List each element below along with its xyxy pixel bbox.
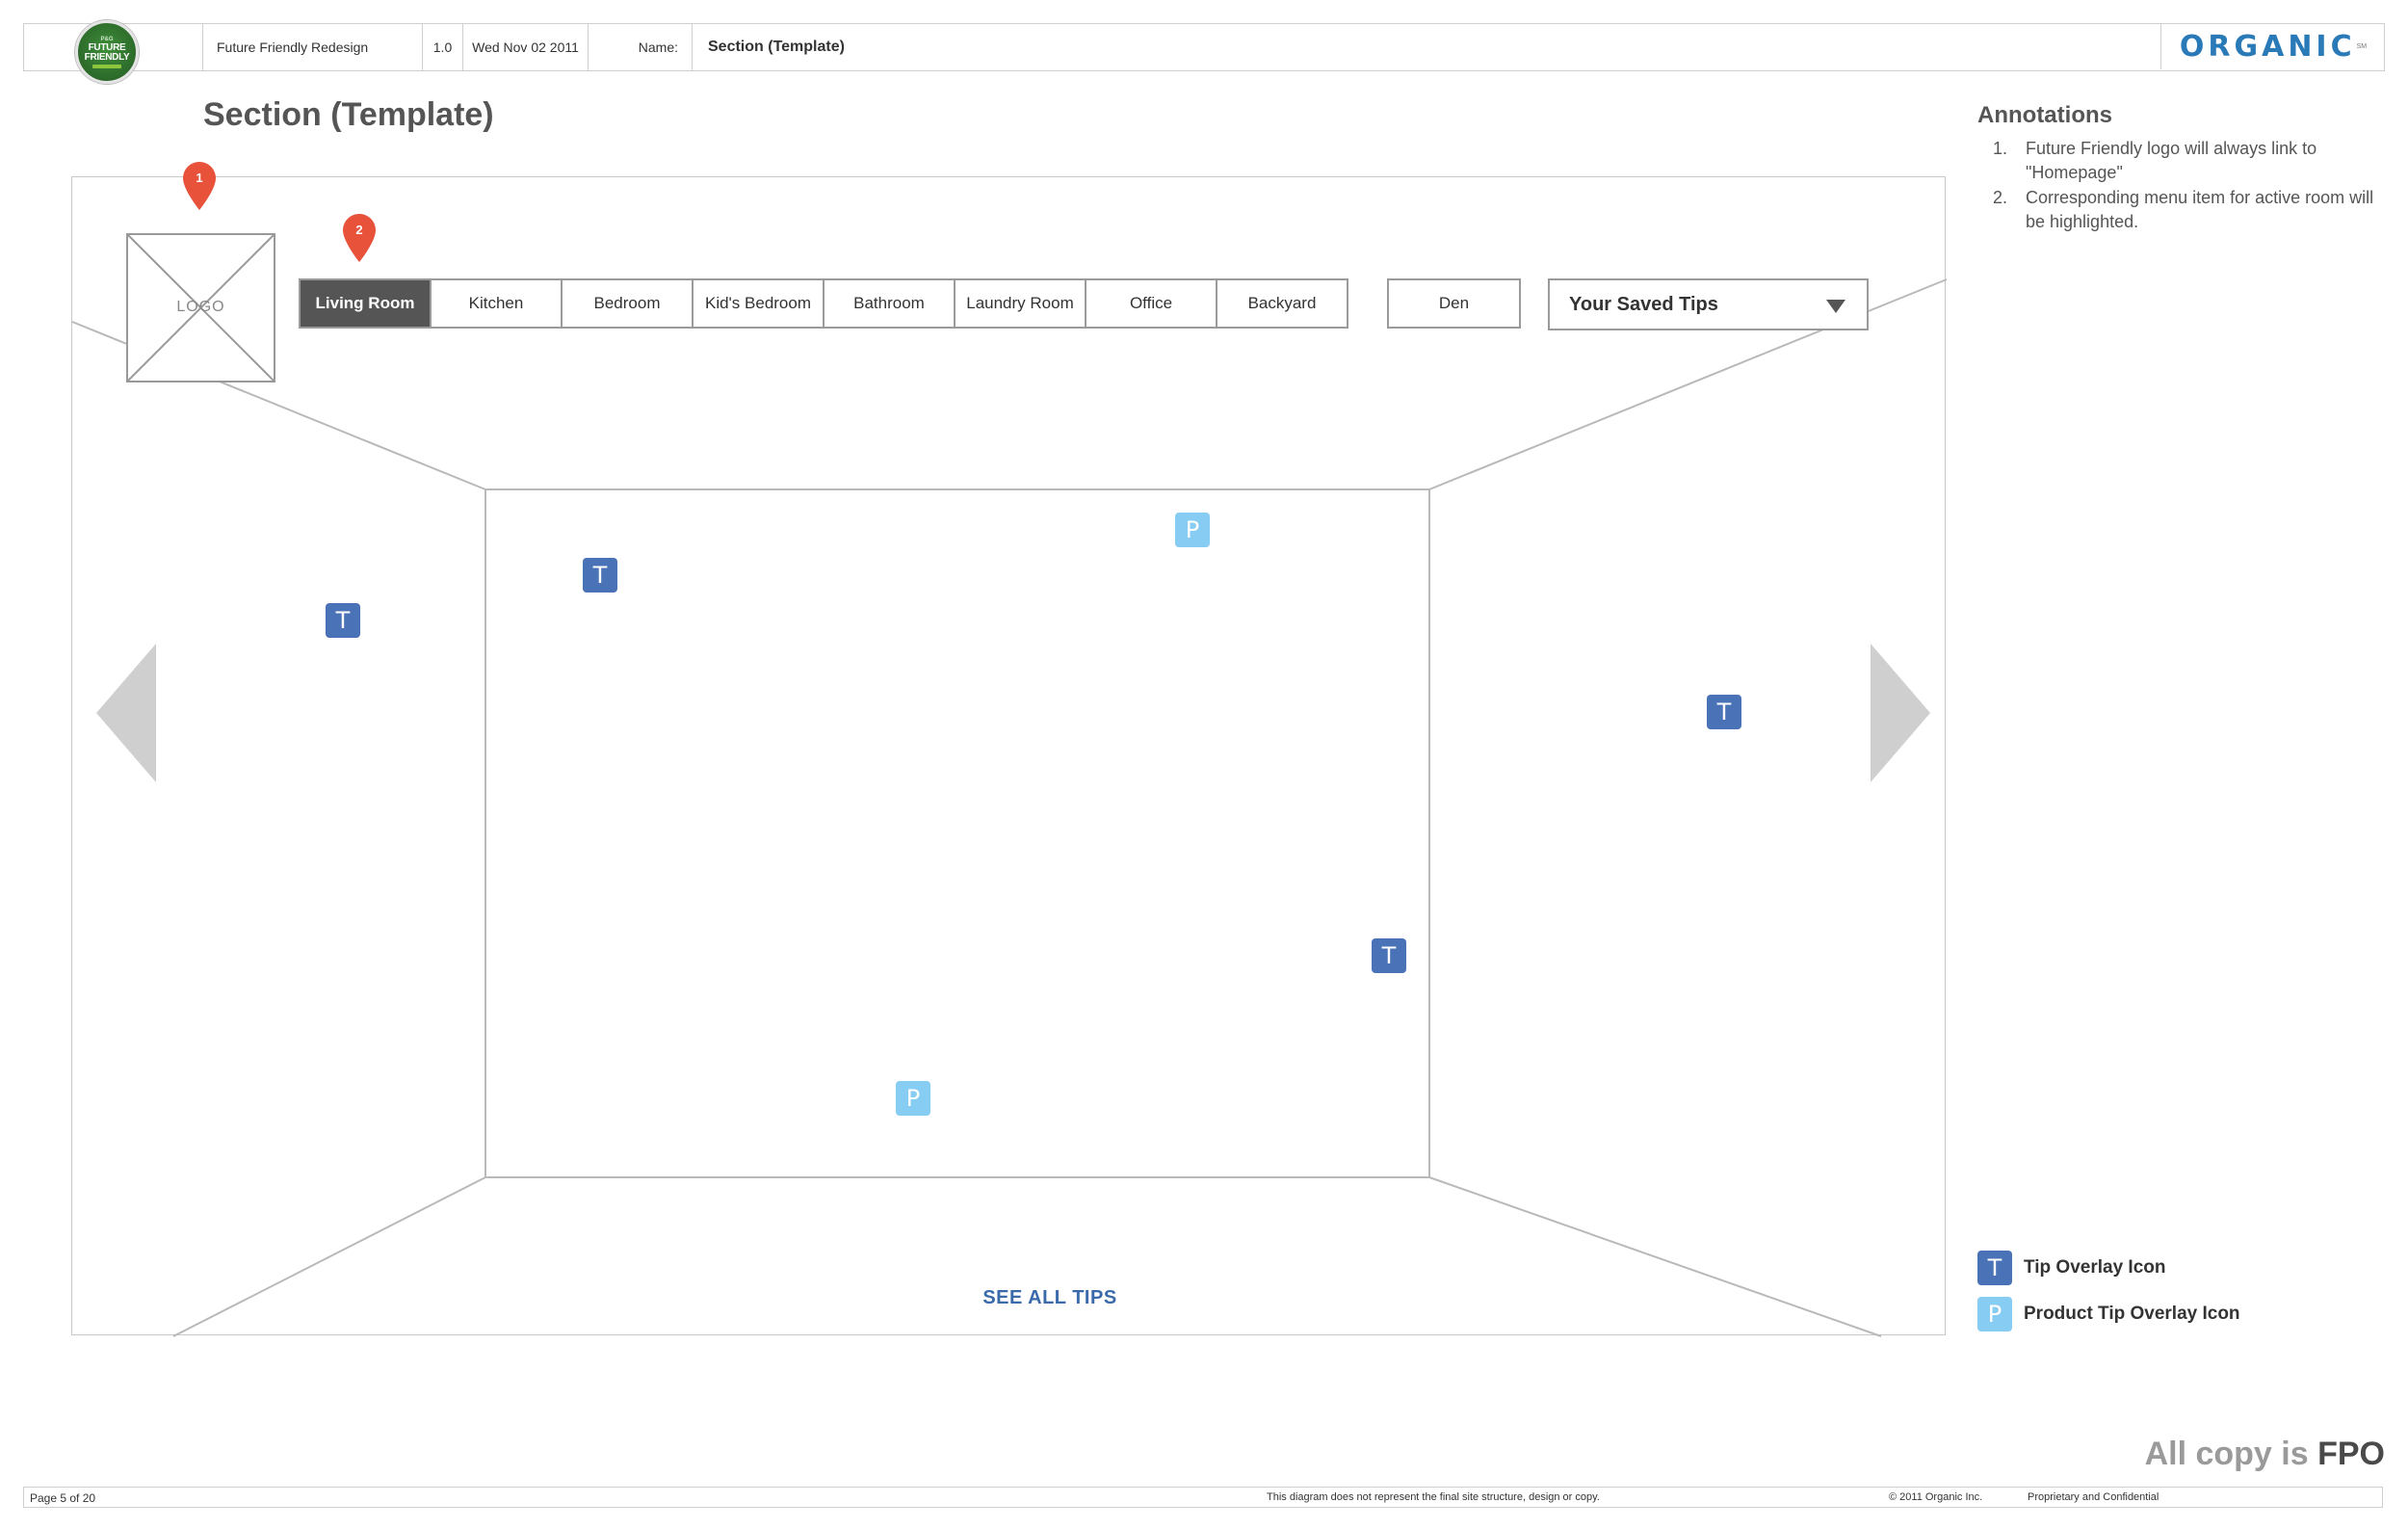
annotation-text: Future Friendly logo will always link to… [2026,139,2317,182]
product-tip-overlay-icon[interactable]: P [1175,513,1210,547]
tip-overlay-icon[interactable]: T [1372,938,1406,973]
carousel-prev-arrow-icon[interactable] [96,644,156,782]
chevron-down-icon [1826,300,1845,313]
fpo-prefix: All copy is [2144,1436,2318,1472]
map-pin-icon [183,162,216,210]
room-navigation: Living Room Kitchen Bedroom Kid's Bedroo… [299,278,1348,329]
future-friendly-logo[interactable]: P&G FUTURE FRIENDLY [75,20,139,84]
room-tab-laundry-room[interactable]: Laundry Room [954,278,1086,329]
marker-number: 2 [355,223,363,237]
room-tab-kids-bedroom[interactable]: Kid's Bedroom [692,278,824,329]
footer-disclaimer: This diagram does not represent the fina… [1267,1491,1600,1503]
room-tab-bathroom[interactable]: Bathroom [823,278,955,329]
tip-overlay-legend-icon: T [1977,1251,2012,1285]
saved-tips-dropdown[interactable]: Your Saved Tips [1548,278,1869,330]
name-label: Name: [589,24,693,70]
legend-product-tip: P Product Tip Overlay Icon [1977,1297,2240,1331]
fpo-bold: FPO [2317,1436,2385,1472]
document-header: Future Friendly Redesign 1.0 Wed Nov 02 … [23,23,2385,71]
legend-product-tip-label: Product Tip Overlay Icon [2024,1304,2240,1324]
annotation-marker-2: 2 [343,214,376,262]
product-tip-legend-icon: P [1977,1297,2012,1331]
tip-overlay-icon[interactable]: T [1707,695,1741,729]
ff-line-future: FUTURE [88,41,126,53]
logo-placeholder-label: LOGO [176,299,225,315]
version: 1.0 [423,24,463,70]
ff-logo-bar [92,64,121,68]
tip-overlay-icon[interactable]: T [583,558,617,593]
project-name: Future Friendly Redesign [203,24,423,70]
room-perspective-lines [71,278,1948,1337]
annotation-marker-1: 1 [183,162,216,210]
map-pin-icon [343,214,376,262]
annotation-text: Corresponding menu item for active room … [2026,188,2374,231]
fpo-note: All copy is FPO [2145,1436,2385,1473]
annotations-title: Annotations [1977,102,2112,128]
room-tab-living-room[interactable]: Living Room [299,278,432,329]
marker-number: 1 [196,171,203,185]
annotation-number: 1. [1993,139,2008,158]
annotations-list: 1. Future Friendly logo will always link… [1977,137,2382,235]
room-tab-office[interactable]: Office [1085,278,1217,329]
page-number: Page 5 of 20 [30,1491,96,1505]
room-tab-kitchen[interactable]: Kitchen [430,278,563,329]
saved-tips-label: Your Saved Tips [1569,293,1718,315]
see-all-tips-link[interactable]: SEE ALL TIPS [944,1287,1156,1309]
organic-wordmark: ORGANIC [2179,29,2356,64]
annotation-item: 2. Corresponding menu item for active ro… [1977,186,2382,234]
wireframe-canvas [71,176,1948,1337]
date: Wed Nov 02 2011 [463,24,589,70]
ff-line-friendly: FRIENDLY [84,51,130,63]
service-mark: SM [2356,42,2368,50]
name-value: Section (Template) [708,39,845,55]
footer-copyright: © 2011 Organic Inc. [1889,1491,1983,1503]
tip-overlay-icon[interactable]: T [326,603,360,638]
page-title: Section (Template) [203,96,494,133]
room-tab-bedroom[interactable]: Bedroom [561,278,694,329]
organic-logo: ORGANIC SM [2160,23,2385,69]
carousel-next-arrow-icon[interactable] [1871,644,1930,782]
annotation-number: 2. [1993,188,2008,207]
legend-tip: T Tip Overlay Icon [1977,1251,2165,1285]
room-tab-backyard[interactable]: Backyard [1216,278,1348,329]
room-tab-den[interactable]: Den [1387,278,1521,329]
footer-confidential: Proprietary and Confidential [2028,1491,2159,1503]
product-tip-overlay-icon[interactable]: P [896,1081,930,1116]
annotation-item: 1. Future Friendly logo will always link… [1977,137,2382,185]
legend-tip-label: Tip Overlay Icon [2024,1257,2166,1278]
logo-placeholder[interactable]: LOGO [126,233,275,382]
document-footer: Page 5 of 20 This diagram does not repre… [23,1487,2383,1508]
